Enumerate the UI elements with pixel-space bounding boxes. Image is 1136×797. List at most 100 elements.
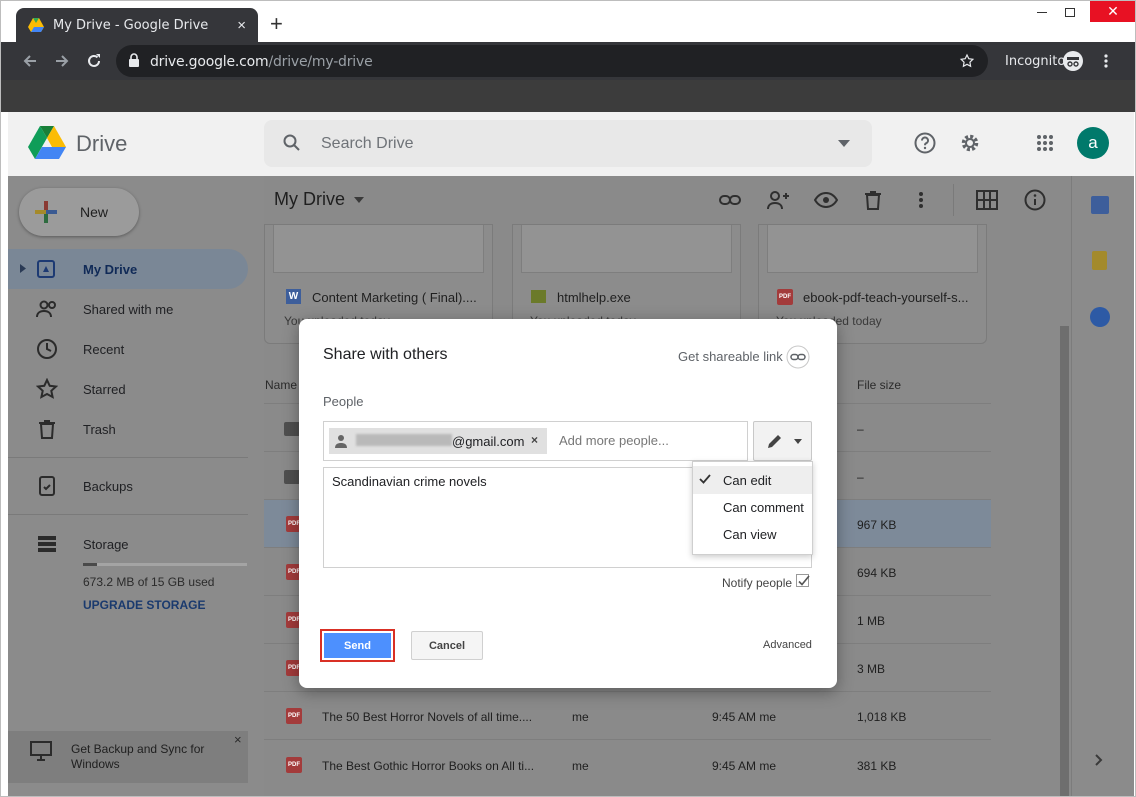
url-text[interactable]: drive.google.com/drive/my-drive [150,54,373,70]
sidebar-item-trash[interactable]: Trash [83,422,116,437]
column-header-name[interactable]: Name [265,378,297,392]
maximize-icon[interactable] [1058,4,1082,20]
my-drive-icon [37,260,55,278]
check-icon [699,474,711,484]
new-button[interactable]: New [19,188,139,236]
sidebar-item-backups[interactable]: Backups [83,479,133,494]
avatar[interactable]: a [1077,127,1109,159]
upgrade-storage-link[interactable]: UPGRADE STORAGE [83,598,205,612]
more-icon[interactable] [918,191,924,209]
cancel-button[interactable]: Cancel [411,631,483,660]
pdf-icon: PDF [777,289,793,305]
scrollbar-thumb[interactable] [1060,326,1069,796]
sidebar-item-starred[interactable]: Starred [83,382,126,397]
trash-sidebar-icon [39,420,55,439]
link-circle-icon[interactable] [786,345,810,369]
bookmark-star-icon[interactable] [959,53,975,69]
add-more-people-input[interactable]: Add more people... [559,433,669,448]
search-options-icon[interactable] [838,140,850,147]
exe-icon [531,290,546,303]
tab-close-icon[interactable]: × [237,17,246,34]
lock-icon [129,53,139,67]
chip-remove-icon[interactable]: × [531,433,538,447]
search-icon[interactable] [283,134,301,152]
trash-icon[interactable] [864,189,882,211]
expand-arrow-icon[interactable] [20,264,26,273]
minimize-icon[interactable] [1030,4,1054,20]
clock-icon [37,339,57,359]
card-thumbnail [273,225,484,273]
incognito-icon[interactable] [1063,51,1083,71]
get-shareable-link[interactable]: Get shareable link [678,349,783,364]
message-text[interactable]: Scandinavian crime novels [332,474,487,489]
menu-item-can-edit[interactable]: Can edit [723,473,771,488]
plus-icon [35,201,57,223]
file-size: – [857,470,864,484]
sidebar-item-recent[interactable]: Recent [83,342,124,357]
apps-icon[interactable] [1036,134,1054,152]
page-title[interactable]: My Drive [274,189,345,210]
app-name[interactable]: Drive [76,131,127,157]
people-label: People [323,394,364,409]
incognito-label: Incognito [1005,54,1066,69]
search-input[interactable]: Search Drive [321,135,413,153]
card-title: ebook-pdf-teach-yourself-s... [803,290,969,305]
keep-icon[interactable] [1092,251,1107,270]
advanced-link[interactable]: Advanced [763,639,812,651]
url-path: /drive/my-drive [268,54,373,70]
window-close-icon[interactable]: ✕ [1090,0,1136,22]
expand-panel-icon[interactable] [1095,754,1103,766]
back-icon[interactable] [22,53,38,69]
menu-item-can-comment[interactable]: Can comment [723,500,804,515]
storage-used-text: 673.2 MB of 15 GB used [83,575,215,589]
page-top-strip [0,80,1136,112]
pdf-icon: PDF [286,708,302,724]
file-size: 3 MB [857,662,886,676]
file-owner: me [572,759,589,773]
browser-tab[interactable]: My Drive - Google Drive × [16,8,258,43]
menu-item-can-view[interactable]: Can view [723,527,776,542]
drive-logo-icon[interactable] [28,126,66,160]
sidebar-item-my-drive[interactable] [36,259,58,281]
send-button[interactable]: Send [324,633,391,658]
eye-icon[interactable] [814,191,838,209]
sidebar-item-shared[interactable]: Shared with me [83,302,173,317]
file-modified: 9:45 AM me [712,710,777,724]
help-icon[interactable] [914,132,936,154]
card-title: htmlhelp.exe [557,290,631,305]
notify-people-checkbox[interactable] [796,574,810,587]
forward-icon[interactable] [54,53,70,69]
tasks-icon[interactable] [1090,307,1110,327]
backup-promo-text: Get Backup and Sync for Windows [71,742,205,771]
info-icon[interactable] [1024,189,1046,211]
storage-bar-fill [83,563,97,566]
backup-close-icon[interactable]: × [234,732,242,747]
calendar-icon[interactable] [1091,196,1109,214]
browser-menu-icon[interactable] [1103,53,1109,69]
person-icon [335,435,347,448]
backup-icon [39,476,55,496]
permission-dropdown-button[interactable] [753,421,812,461]
file-size: 1 MB [857,614,886,628]
grid-view-icon[interactable] [976,190,998,210]
tab-title: My Drive - Google Drive [53,18,209,33]
new-tab-button[interactable]: + [270,13,283,35]
sidebar-item-label[interactable]: My Drive [83,262,137,277]
column-header-size[interactable]: File size [857,378,901,392]
reload-icon[interactable] [86,53,102,69]
card-thumbnail [521,225,732,273]
url-host: drive.google.com [150,54,269,70]
computer-icon [30,741,52,761]
link-icon[interactable] [719,189,741,211]
file-owner: me [572,710,589,724]
redacted-email-part [356,434,452,446]
settings-icon[interactable] [959,132,981,154]
file-size: 694 KB [857,566,897,580]
file-modified: 9:45 AM me [712,759,777,773]
pdf-icon: PDF [286,757,302,773]
sidebar-item-storage[interactable]: Storage [83,537,129,552]
doc-icon: W [286,289,301,304]
backup-promo[interactable]: Get Backup and Sync for Windows × [8,731,248,783]
chevron-down-icon[interactable] [354,197,364,203]
add-person-icon[interactable] [766,189,790,211]
